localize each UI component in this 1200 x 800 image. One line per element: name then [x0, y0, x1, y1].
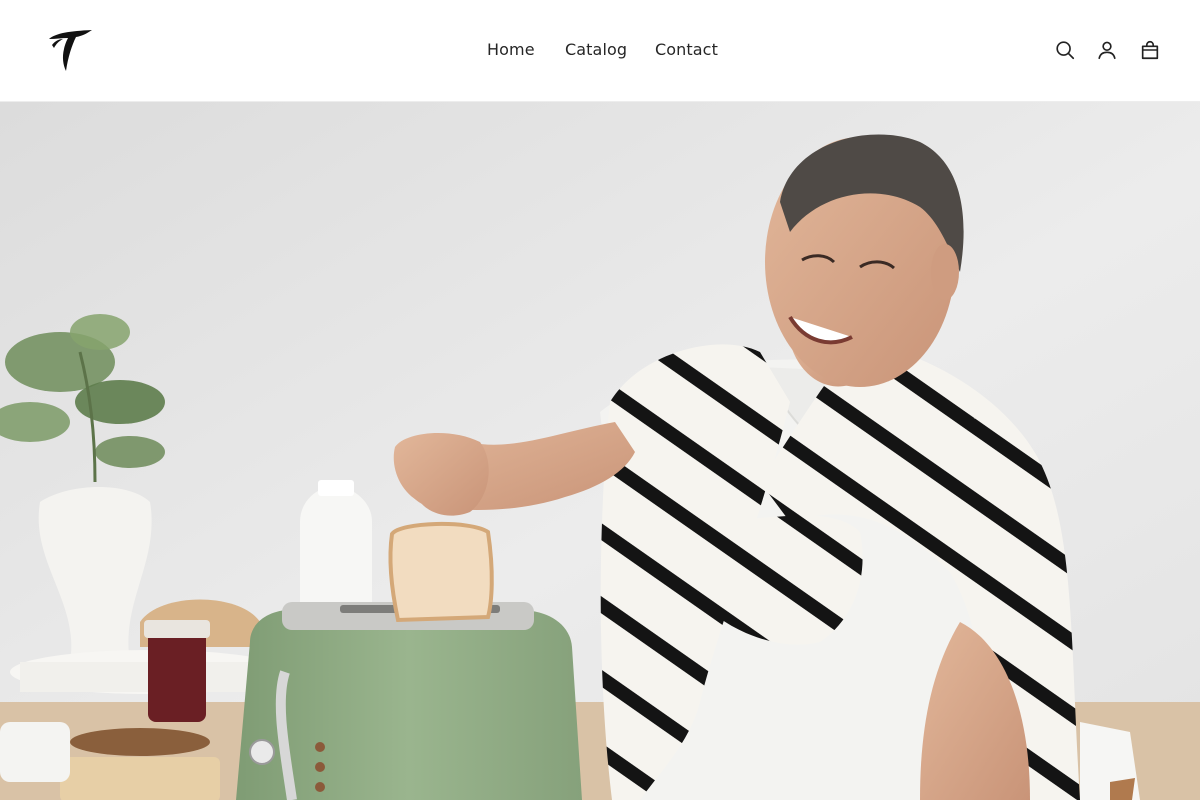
green-toaster: [236, 602, 582, 800]
search-button[interactable]: [1052, 37, 1078, 63]
hero-illustration: [0, 102, 1200, 800]
site-header: Home Catalog Contact: [0, 0, 1200, 102]
nav-link-home[interactable]: Home: [487, 40, 535, 60]
bread-slice: [388, 521, 494, 623]
store-logo-icon[interactable]: [46, 27, 94, 73]
search-icon: [1056, 41, 1075, 60]
logo-mark: [49, 30, 92, 71]
nav-link-catalog[interactable]: Catalog: [565, 40, 627, 60]
account-button[interactable]: [1094, 37, 1120, 63]
cart-button[interactable]: [1137, 37, 1163, 63]
milk-bottle: [300, 480, 372, 622]
shopping-bag-icon: [1141, 40, 1159, 60]
nav-link-contact[interactable]: Contact: [655, 40, 718, 60]
main-navigation: Home Catalog Contact: [0, 0, 1200, 102]
jam-jar: [144, 620, 210, 722]
account-icon: [1098, 41, 1116, 60]
hero-banner-image: [0, 102, 1200, 800]
